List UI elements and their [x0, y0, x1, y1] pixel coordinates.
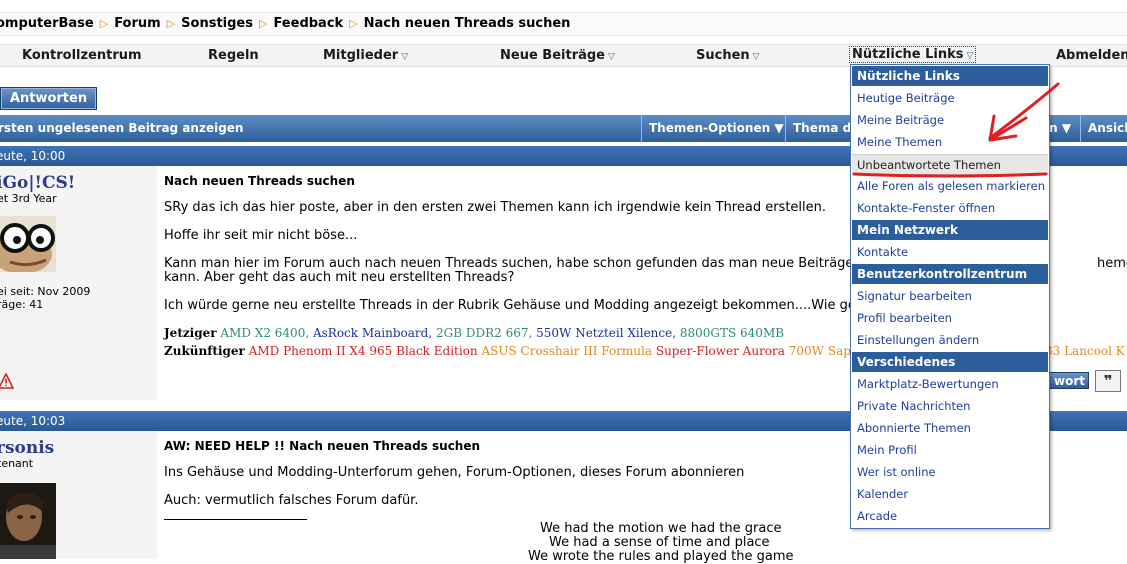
breadcrumb-item-sonstiges[interactable]: Sonstiges	[181, 16, 253, 31]
avatar[interactable]	[0, 216, 56, 272]
signature-part-right: 33 Lancool K	[1045, 344, 1125, 358]
username[interactable]: rsonis	[0, 438, 54, 458]
dropdown-item-private-messages[interactable]: Private Nachrichten	[852, 396, 1048, 417]
signature-part: Super-Flower Aurora	[655, 344, 785, 358]
dropdown-item-calendar[interactable]: Kalender	[852, 484, 1048, 505]
signature-quote-line: We wrote the rules and played the game	[528, 549, 794, 564]
signature-quote-line: We had the motion we had the grace	[540, 521, 782, 536]
username[interactable]: iGo|!CS!	[0, 173, 75, 193]
nav-suchen[interactable]: Suchen ▽	[696, 48, 760, 63]
signature-part: ASUS Crosshair III Formula	[481, 344, 653, 358]
breadcrumb-separator-icon: ▷	[258, 17, 268, 30]
reply-button[interactable]: Antworten	[0, 87, 97, 110]
nav-nuetzliche-links[interactable]: Nützliche Links ▽	[849, 46, 977, 63]
nav-mitglieder[interactable]: Mitglieder ▽	[323, 48, 408, 63]
post-count: räge: 41	[0, 298, 44, 311]
dropdown-item-arcade[interactable]: Arcade	[852, 506, 1048, 527]
nav-neue-beitraege[interactable]: Neue Beiträge ▽	[500, 48, 615, 63]
dropdown-item-edit-signature[interactable]: Signatur bearbeiten	[852, 286, 1048, 307]
breadcrumb-item-feedback[interactable]: Feedback	[273, 16, 343, 31]
signature-current: Jetziger AMD X2 6400, AsRock Mainboard, …	[164, 326, 784, 340]
breadcrumb-item-current: Nach neuen Threads suchen	[363, 16, 571, 31]
join-date: ei seit: Nov 2009	[0, 285, 91, 298]
quote-icon[interactable]: ❞	[1095, 370, 1121, 392]
dropdown-section-title: Verschiedenes	[852, 352, 1048, 372]
report-warning-icon[interactable]	[0, 373, 14, 389]
post-user-info: iGo|!CS! et 3rd Year ei seit: Nov 2009 r…	[0, 166, 157, 400]
nav-suchen-label: Suchen	[696, 48, 750, 63]
post-text: Ins Gehäuse und Modding-Unterforum gehen…	[164, 465, 745, 480]
post-title: Nach neuen Threads suchen	[164, 174, 355, 188]
post-text: SRy das ich das hier poste, aber in den …	[164, 200, 827, 215]
dropdown-triangle-icon: ▽	[966, 51, 974, 61]
dropdown-triangle-icon: ▽	[752, 52, 760, 62]
post-text: Hoffe ihr seit mir nicht böse...	[164, 228, 358, 243]
signature-divider	[164, 519, 307, 520]
avatar[interactable]	[0, 483, 56, 559]
signature-part: AsRock Mainboard,	[312, 326, 433, 340]
signature-part: 2GB DDR2 667,	[436, 326, 533, 340]
annotation-arrow-icon	[852, 82, 1060, 178]
reply-post-button[interactable]: wort	[1047, 372, 1089, 389]
post-text: Ich würde gerne neu erstellte Threads in…	[164, 298, 870, 313]
signature-part: AMD Phenom II X4 965 Black Edition	[248, 344, 478, 358]
dropdown-section-title: Benutzerkontrollzentrum	[852, 264, 1048, 284]
post-text: kann. Aber geht das auch mit neu erstell…	[164, 270, 515, 285]
nav-nuetzliche-links-label: Nützliche Links	[852, 47, 964, 62]
signature-part: 8800GTS 640MB	[679, 326, 785, 340]
signature-label: Zukünftiger	[164, 344, 245, 358]
breadcrumb-item-forum[interactable]: Forum	[114, 16, 161, 31]
dropdown-triangle-icon: ▽	[608, 52, 615, 62]
dropdown-item-settings[interactable]: Einstellungen ändern	[852, 330, 1048, 351]
breadcrumb-separator-icon: ▷	[99, 17, 109, 30]
dropdown-item-subscribed-threads[interactable]: Abonnierte Themen	[852, 418, 1048, 439]
post-time: eute, 10:00	[0, 149, 66, 163]
breadcrumb-item-computerbase[interactable]: omputerBase	[0, 16, 94, 31]
signature-part: 700W	[788, 344, 825, 358]
view-mode-button[interactable]: Ansich	[1080, 115, 1127, 142]
dropdown-item-edit-profile[interactable]: Profil bearbeiten	[852, 308, 1048, 329]
post-text: Kann man hier im Forum auch nach neuen T…	[164, 256, 882, 271]
thread-options-button[interactable]: Themen-Optionen ▼	[641, 115, 791, 142]
post-time: eute, 10:03	[0, 414, 66, 428]
post-user-info: rsonis tenant	[0, 431, 157, 559]
breadcrumb-separator-icon: ▷	[349, 17, 358, 30]
dropdown-item-open-contacts[interactable]: Kontakte-Fenster öffnen	[852, 198, 1048, 219]
nav-regeln[interactable]: Regeln	[208, 48, 259, 63]
post-text-overflow: hemen such	[1097, 256, 1127, 271]
signature-label: Jetziger	[164, 326, 217, 340]
nav-kontrollzentrum[interactable]: Kontrollzentrum	[22, 48, 142, 63]
dropdown-section-title: Mein Netzwerk	[852, 220, 1048, 240]
dropdown-item-marketplace[interactable]: Marktplatz-Bewertungen	[852, 374, 1048, 395]
signature-quote-line: We had a sense of time and place	[549, 535, 770, 550]
breadcrumb-separator-icon: ▷	[166, 17, 176, 30]
post-text: Auch: vermutlich falsches Forum dafür.	[164, 493, 419, 508]
dropdown-item-who-is-online[interactable]: Wer ist online	[852, 462, 1048, 483]
breadcrumb: omputerBase ▷ Forum ▷ Sonstiges ▷ Feedback ▷ Nac…	[0, 12, 1127, 36]
nav-neue-beitraege-label: Neue Beiträge	[500, 48, 605, 63]
post-title: AW: NEED HELP !! Nach neuen Threads such…	[164, 439, 481, 453]
user-title: tenant	[0, 457, 34, 470]
signature-part: AMD X2 6400,	[220, 326, 310, 340]
dropdown-item-my-profile[interactable]: Mein Profil	[852, 440, 1048, 461]
nav-abmelden[interactable]: Abmelden	[1056, 48, 1127, 63]
first-unread-link[interactable]: rsten ungelesenen Beitrag anzeigen	[0, 121, 243, 135]
nav-mitglieder-label: Mitglieder	[323, 48, 399, 63]
user-title: et 3rd Year	[0, 192, 57, 205]
dropdown-triangle-icon: ▽	[401, 52, 409, 62]
signature-future: Zukünftiger AMD Phenom II X4 965 Black E…	[164, 344, 962, 358]
signature-part: 550W Netzteil Xilence,	[536, 326, 677, 340]
dropdown-item-contacts[interactable]: Kontakte	[852, 242, 1048, 263]
